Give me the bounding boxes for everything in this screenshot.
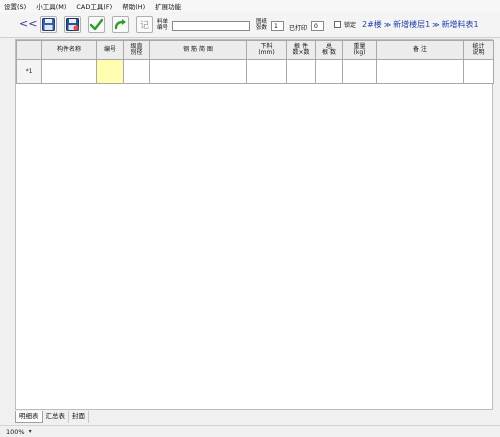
- confirm-button[interactable]: [88, 16, 105, 33]
- breadcrumb-building[interactable]: 2#楼: [362, 19, 382, 30]
- lock-label: 锁定: [344, 22, 357, 29]
- zoom-level[interactable]: 100%: [6, 428, 25, 436]
- breadcrumb: 锁定 2#楼 ≫ 新增楼层1 ≫ 新增料表1: [334, 19, 479, 30]
- cell-component-name[interactable]: [41, 59, 97, 84]
- save-as-button[interactable]: [64, 16, 81, 33]
- breadcrumb-separator: ≫: [432, 20, 440, 29]
- cell-cut-length[interactable]: [246, 59, 287, 84]
- breadcrumb-separator: ≫: [383, 20, 392, 29]
- tab-summary[interactable]: 汇总表: [43, 411, 69, 423]
- cell-remarks[interactable]: [376, 59, 464, 84]
- forward-button[interactable]: [112, 16, 129, 33]
- collapse-panel-button[interactable]: <<: [19, 17, 37, 30]
- lock-checkbox[interactable]: [334, 21, 341, 28]
- header-remarks[interactable]: 备 注: [376, 40, 464, 60]
- tab-detail[interactable]: 明细表: [15, 411, 43, 423]
- header-rebar-sketch[interactable]: 钢 筋 简 图: [149, 40, 247, 60]
- save-button[interactable]: [40, 16, 57, 33]
- menu-cad-tools[interactable]: CAD工具(F): [76, 1, 112, 11]
- cell-rebar-sketch[interactable]: [149, 59, 247, 84]
- green-redo-arrow-icon: [114, 19, 126, 30]
- status-bar: 100% ▾: [0, 425, 500, 437]
- ref-count-input[interactable]: [271, 21, 284, 31]
- tab-cover[interactable]: 封面: [69, 411, 89, 423]
- breadcrumb-floor[interactable]: 新增楼层1: [393, 19, 430, 30]
- rebar-table-grid[interactable]: 构件名称 编号 级直 别径 钢 筋 简 图 下料 (mm) 根 件数×数 总根 数 …: [15, 39, 494, 410]
- row-number: *1: [16, 59, 42, 84]
- cell-stat-note[interactable]: [463, 59, 494, 84]
- green-check-arrow-icon: [90, 18, 103, 31]
- cell-grade-diameter[interactable]: [123, 59, 150, 84]
- menu-tools[interactable]: 小工具(M): [36, 1, 66, 11]
- record-button[interactable]: 记: [136, 16, 153, 33]
- header-cut-length[interactable]: 下料 (mm): [246, 40, 287, 60]
- floppy-disk-icon: [42, 18, 55, 31]
- printed-count-input[interactable]: [311, 21, 324, 31]
- cell-total-count[interactable]: [315, 59, 343, 84]
- cell-code[interactable]: [96, 59, 124, 84]
- record-label: 记: [139, 21, 149, 31]
- header-count-per-piece[interactable]: 根 件数×数: [286, 40, 316, 60]
- cell-weight[interactable]: [342, 59, 377, 84]
- header-total-count[interactable]: 总根 数: [315, 40, 343, 60]
- table-header-row: 构件名称 编号 级直 别径 钢 筋 简 图 下料 (mm) 根 件数×数 总根 数 …: [16, 40, 494, 60]
- ref-count-label: 图纸 张数: [256, 19, 268, 31]
- menu-bar: 设置(S) 小工具(M) CAD工具(F) 帮助(H) 扩展功能: [0, 0, 500, 12]
- header-code[interactable]: 编号: [96, 40, 124, 60]
- header-weight[interactable]: 重量 (kg): [342, 40, 377, 60]
- sheet-tabs: 明细表 汇总表 封面: [15, 411, 89, 423]
- rebar-table: 构件名称 编号 级直 别径 钢 筋 简 图 下料 (mm) 根 件数×数 总根 数 …: [16, 40, 494, 84]
- breadcrumb-sheet[interactable]: 新增料表1: [442, 19, 479, 30]
- menu-settings[interactable]: 设置(S): [4, 1, 26, 11]
- printed-label: 已打印: [289, 25, 308, 32]
- table-row[interactable]: *1: [16, 59, 494, 84]
- toolbar: << 记 料单编号 图纸张数 已打印: [0, 12, 500, 38]
- cell-count-per-piece[interactable]: [286, 59, 316, 84]
- header-grade-diameter[interactable]: 级直 别径: [123, 40, 150, 60]
- header-stat-note[interactable]: 统计 说明: [463, 40, 494, 60]
- material-no-input[interactable]: [172, 21, 250, 31]
- header-row-number: [16, 40, 42, 60]
- menu-extensions[interactable]: 扩展功能: [155, 1, 181, 11]
- material-no-label: 料单 编号: [157, 19, 169, 31]
- chevron-down-icon[interactable]: ▾: [29, 428, 32, 435]
- menu-help[interactable]: 帮助(H): [122, 1, 145, 11]
- save-as-icon: [66, 18, 79, 31]
- header-component-name[interactable]: 构件名称: [41, 40, 97, 60]
